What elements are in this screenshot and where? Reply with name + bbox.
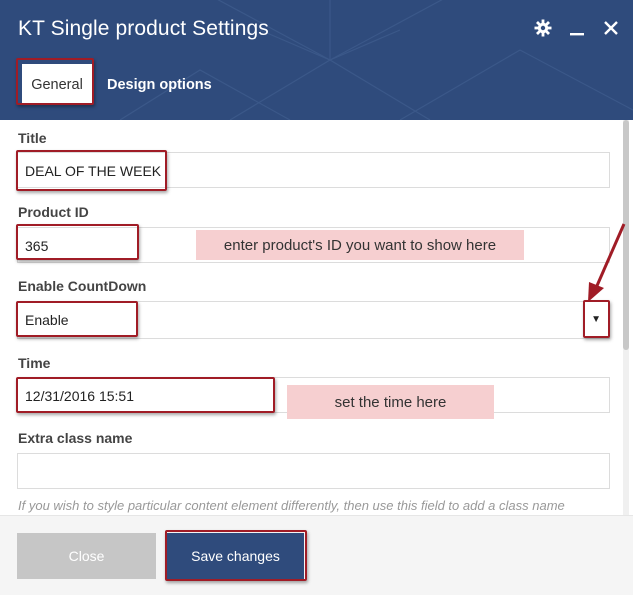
title-input[interactable]: DEAL OF THE WEEK (17, 152, 610, 188)
countdown-value: Enable (25, 312, 69, 328)
tab-general[interactable]: General (22, 64, 92, 105)
dropdown-arrow-icon[interactable]: ▼ (591, 314, 601, 325)
gear-icon[interactable] (533, 18, 553, 38)
product-id-label: Product ID (18, 204, 89, 220)
modal-content: Title DEAL OF THE WEEK Product ID 365 En… (0, 120, 621, 515)
window-controls (533, 18, 621, 38)
save-changes-button[interactable]: Save changes (167, 533, 304, 579)
extra-class-help: If you wish to style particular content … (18, 498, 565, 513)
minimize-icon[interactable] (567, 18, 587, 38)
product-id-value: 365 (25, 238, 49, 254)
tab-design-options[interactable]: Design options (107, 64, 212, 106)
extra-class-input[interactable] (17, 453, 610, 489)
title-value: DEAL OF THE WEEK (25, 163, 162, 179)
content-scrollbar[interactable] (623, 120, 629, 515)
time-value: 12/31/2016 15:51 (25, 388, 134, 404)
title-label: Title (18, 130, 47, 146)
modal-title: KT Single product Settings (18, 17, 269, 40)
time-note: set the time here (287, 385, 494, 419)
time-label: Time (18, 355, 51, 371)
countdown-label: Enable CountDown (18, 278, 147, 294)
modal-footer: Close Save changes (0, 515, 633, 595)
annotation-arrow (588, 223, 626, 302)
tab-general-label: General (31, 76, 83, 93)
modal-header: KT Single product Settings General Desig… (0, 0, 633, 120)
countdown-select[interactable]: Enable ▼ (17, 301, 610, 339)
close-button[interactable]: Close (17, 533, 156, 579)
close-icon[interactable] (601, 18, 621, 38)
tab-design-options-label: Design options (107, 77, 212, 93)
product-id-note: enter product's ID you want to show here (196, 230, 524, 260)
extra-class-label: Extra class name (18, 430, 133, 446)
